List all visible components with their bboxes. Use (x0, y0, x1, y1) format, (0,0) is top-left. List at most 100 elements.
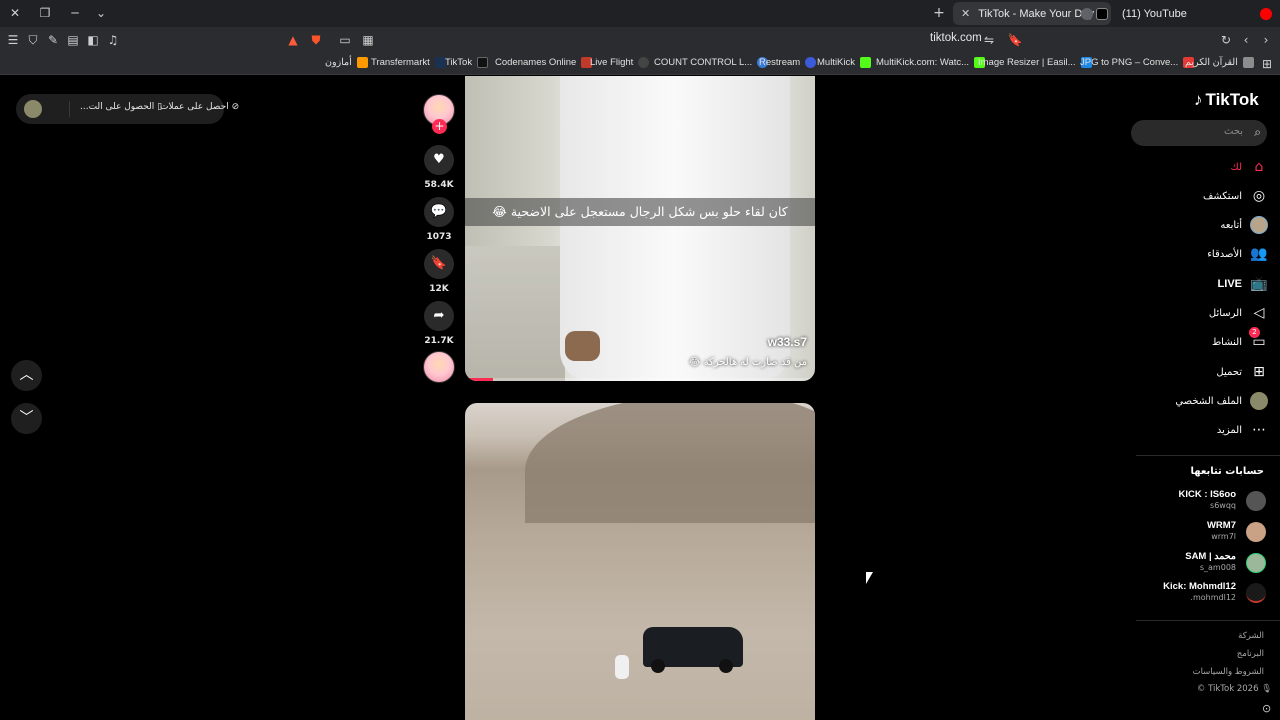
bookmark-count-control[interactable]: COUNT CONTROL L... (654, 57, 769, 68)
divider (1136, 455, 1280, 456)
sidebar-item-label: استكشف (1203, 190, 1242, 202)
sidebar-item-activity[interactable]: ▭ 2 النشاط (1212, 327, 1268, 352)
footer-terms-link[interactable]: الشروط والسياسات (1193, 667, 1264, 677)
brave-rewards-icon[interactable]: ▲ (285, 32, 301, 48)
profile-avatar-icon (1250, 392, 1268, 410)
avatar (1246, 522, 1266, 542)
save-button[interactable]: 🔖 (424, 249, 454, 279)
video-progress-bar[interactable] (465, 378, 815, 381)
following-account[interactable]: Kick: Mohmdl12 .mohmdl12 (1126, 580, 1266, 606)
coin-icon: ⊘ (231, 102, 240, 112)
avatar-icon (1250, 216, 1268, 234)
sidebar-item-following[interactable]: أتابعه (1220, 215, 1268, 235)
settings-icon[interactable]: ⊙ (1262, 702, 1271, 715)
tab-youtube[interactable]: (11) YouTube (1114, 2, 1280, 25)
bookmark-multikick-watch[interactable]: MultiKick.com: Watc... (876, 57, 986, 68)
following-account[interactable]: WRM7 wrm7l (1126, 519, 1266, 545)
bookmark-image-resizer[interactable]: Image Resizer | Easil... (978, 57, 1092, 68)
sidebar-item-friends[interactable]: 👥 الأصدقاء (1207, 244, 1268, 264)
reader-icon[interactable]: ▤ (65, 32, 81, 48)
tiktok-logo[interactable]: ♪ TikTok (1194, 90, 1259, 110)
previous-video-button[interactable]: ︿ (11, 360, 42, 391)
sidebar-icon[interactable]: ◧ (85, 32, 101, 48)
extension-icon[interactable]: ▦ (360, 32, 376, 48)
following-account[interactable]: KICK : IS6oo s6wqq (1126, 488, 1266, 514)
audio-icon[interactable] (1081, 8, 1093, 20)
brave-shields-icon[interactable]: ⛊ (308, 32, 324, 48)
bookmark-label: TikTok (445, 57, 473, 68)
next-video-player[interactable] (465, 403, 815, 720)
close-tab-icon[interactable]: ✕ (961, 7, 970, 20)
address-bar[interactable]: tiktok.com (930, 32, 982, 44)
bookmark-tiktok[interactable]: TikTok (445, 57, 489, 68)
following-account[interactable]: SAM | محمد s_am008 (1126, 550, 1266, 576)
bookmark-icon: 🔖 (430, 256, 448, 271)
close-window-icon[interactable]: ✕ (6, 5, 24, 21)
get-coins-label: احصل على عملات (160, 102, 229, 112)
video-watermark: w33.s7 (767, 335, 807, 349)
music-icon[interactable]: ♫ (105, 32, 121, 48)
comment-button[interactable]: 💬 (424, 197, 454, 227)
get-app-label: الحصول على الت... (80, 102, 155, 112)
bookmark-codenames[interactable]: Codenames Online (495, 57, 593, 68)
chevron-down-icon[interactable]: ⌄ (92, 5, 110, 21)
bookmark-amazon[interactable]: أمازون (325, 57, 368, 68)
shield-icon[interactable]: ⛉ (25, 32, 41, 48)
sidebar-item-messages[interactable]: ◁ الرسائل (1209, 303, 1268, 323)
get-coins-button[interactable]: ⊘ احصل على عملات (160, 102, 239, 112)
sidebar-item-live[interactable]: 📺 LIVE (1218, 274, 1268, 294)
footer-program-link[interactable]: البرنامج (1237, 649, 1264, 659)
bookmark-quran[interactable]: القرآن الكريم (1185, 57, 1254, 68)
next-video-button[interactable]: ﹀ (11, 403, 42, 434)
amazon-icon (356, 57, 368, 68)
reload-icon[interactable]: ↻ (1218, 32, 1234, 48)
menu-icon[interactable]: ☰ (5, 32, 21, 48)
sidebar-item-explore[interactable]: ◎ استكشف (1203, 186, 1268, 206)
bookmark-icon[interactable]: 🔖 (1007, 32, 1023, 48)
youtube-favicon-icon (1260, 8, 1272, 20)
sidebar-item-upload[interactable]: ⊞ تحميل (1216, 362, 1268, 382)
bookmark-multikick[interactable]: MultiKick (817, 57, 872, 68)
sound-avatar[interactable] (423, 351, 455, 383)
search-icon[interactable]: ⌕ (1254, 125, 1261, 140)
friends-icon: 👥 (1250, 246, 1268, 262)
footer-company-link[interactable]: الشركة (1238, 631, 1264, 641)
minimize-window-icon[interactable]: ─ (66, 5, 84, 21)
sidebar-item-more[interactable]: ⋯ المزيد (1217, 420, 1268, 440)
tiktok-favicon-icon (1096, 8, 1108, 20)
other-bookmarks-icon[interactable]: ⊞ (1259, 56, 1275, 72)
share-button[interactable]: ➦ (424, 301, 454, 331)
like-button[interactable]: ♥ (424, 145, 454, 175)
video-player[interactable]: كان لقاء حلو بس شكل الرجال مستعجل على ال… (465, 76, 815, 381)
tab-title: (11) YouTube (1122, 7, 1187, 20)
bookmark-label: MultiKick.com: Watc... (876, 57, 970, 68)
search-input[interactable]: بحث ⌕ (1131, 120, 1267, 146)
sidebar-item-label: الملف الشخصي (1175, 395, 1242, 407)
quran-icon (1242, 57, 1254, 68)
avatar (1246, 583, 1266, 603)
bookmark-restream[interactable]: Restream (759, 57, 817, 68)
pin-icon[interactable]: ✎ (45, 32, 61, 48)
sidebar-item-profile[interactable]: الملف الشخصي (1175, 391, 1268, 411)
browser-toolbar: ☰ ⛉ ✎ ▤ ◧ ♫ ▲ ⛊ ▭ ▦ tiktok.com ⇋ 🔖 ↻ ‹ › (0, 27, 1280, 53)
bookmark-jpg-to-png[interactable]: JPG to PNG – Conve... (1080, 57, 1195, 68)
copyright-text: © TikTok 2026 (1196, 684, 1259, 694)
sidebar-item-label: أتابعه (1220, 219, 1242, 231)
microphone-icon[interactable]: 🎙 (1261, 684, 1272, 694)
avatar[interactable] (24, 100, 42, 118)
bookmark-transfermarkt[interactable]: Transfermarkt (371, 57, 446, 68)
account-name: SAM | محمد (1185, 551, 1236, 562)
site-settings-icon[interactable]: ⇋ (981, 32, 997, 48)
get-app-button[interactable]: ▯ الحصول على الت... (80, 102, 162, 112)
forward-icon[interactable]: › (1258, 32, 1274, 48)
new-tab-button[interactable]: + (930, 4, 948, 22)
restore-window-icon[interactable]: ❐ (36, 5, 54, 21)
sidebar-item-for-you[interactable]: ⌂ لك (1231, 157, 1268, 177)
follow-button[interactable]: + (432, 119, 447, 134)
bookmark-live-flight[interactable]: Live Flight (590, 57, 650, 68)
cast-icon[interactable]: ▭ (337, 32, 353, 48)
back-icon[interactable]: ‹ (1238, 32, 1254, 48)
tab-tiktok[interactable]: ✕ TikTok - Make Your Day (953, 2, 1111, 25)
upload-icon: ⊞ (1253, 364, 1265, 380)
bookmark-label: القرآن الكريم (1185, 57, 1238, 68)
